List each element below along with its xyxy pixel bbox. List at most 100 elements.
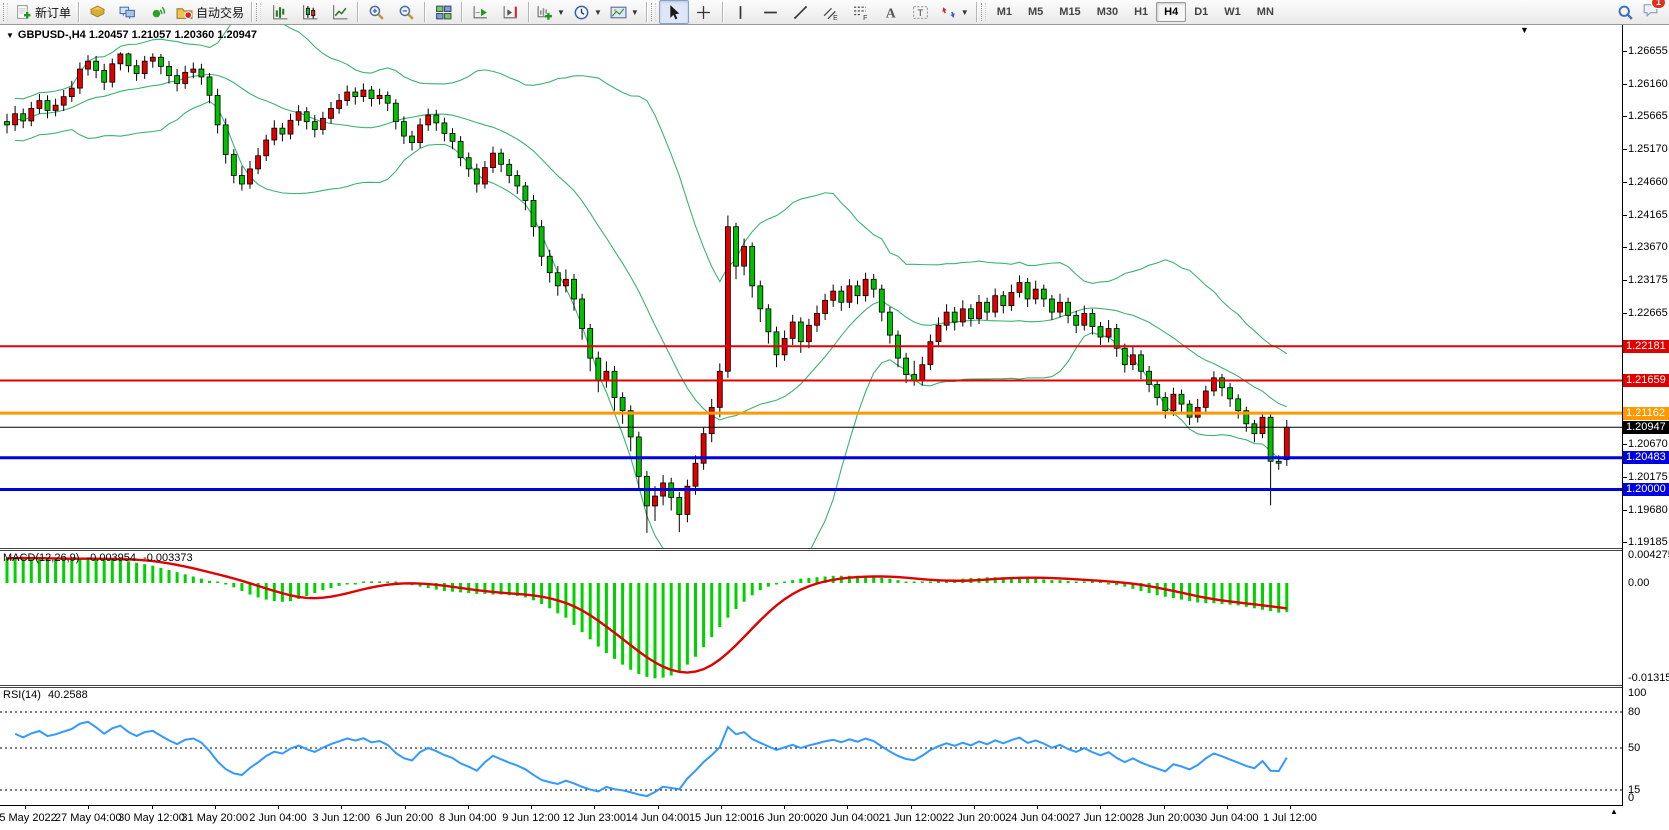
candle [118, 52, 123, 70]
toolbar-separator [461, 2, 462, 22]
candle [1252, 420, 1257, 442]
toolbar-grip[interactable] [256, 3, 261, 21]
candle [596, 352, 601, 393]
toolbar: 新订单 自动交易 ▼▼▼ EFAT▼ M1M5M15M30H1H4D1W1MN … [0, 0, 1669, 25]
timeframe-m15[interactable]: M15 [1051, 2, 1088, 22]
candlestick-chart-icon [301, 4, 318, 21]
timeframe-d1[interactable]: D1 [1186, 2, 1216, 22]
terminals-button[interactable] [112, 0, 142, 24]
time-axis-label: 21 Jun 12:00 [879, 812, 943, 824]
chart-shift-marker[interactable]: ▼ [1520, 25, 1529, 35]
candle [1001, 291, 1006, 313]
period-clock-button[interactable]: ▼ [569, 0, 606, 24]
time-axis-end-arrow: ▲ [1610, 807, 1618, 816]
candle [199, 64, 204, 85]
bollinger-middle-band [15, 74, 1287, 419]
main-chart-plot[interactable] [0, 25, 1622, 548]
horizontal-line-icon [762, 4, 779, 21]
candle [547, 250, 552, 283]
text-button[interactable]: A [876, 0, 906, 24]
candle [620, 392, 625, 424]
notifications-button[interactable]: 1 [1642, 1, 1659, 23]
svg-text:A: A [886, 5, 896, 20]
time-axis-label: 27 May 04:00 [55, 812, 122, 824]
templates-button[interactable]: ▼ [606, 0, 643, 24]
candle [1041, 285, 1046, 307]
search-icon[interactable] [1617, 4, 1634, 21]
time-axis-label: 6 Jun 20:00 [376, 812, 434, 824]
timeframe-m1[interactable]: M1 [989, 2, 1020, 22]
new-chart-button[interactable]: ▼ [532, 0, 569, 24]
rsi-indicator-plot[interactable] [0, 688, 1622, 805]
cursor-button[interactable] [659, 0, 689, 24]
candle [361, 83, 366, 101]
candle [531, 195, 536, 236]
text-label-icon: T [912, 4, 929, 21]
alerts-button[interactable] [142, 0, 172, 24]
svg-text:T: T [918, 8, 924, 19]
candle [612, 366, 617, 411]
tile-windows-button[interactable] [428, 0, 458, 24]
text-label-button[interactable]: T [906, 0, 936, 24]
timeframe-m5[interactable]: M5 [1020, 2, 1051, 22]
timeframe-mn[interactable]: MN [1249, 2, 1282, 22]
macd-label: MACD(12,26,9) -0.003954 -0.003373 [3, 552, 197, 564]
time-axis-label: 20 Jun 04:00 [815, 812, 879, 824]
crosshair-button[interactable] [689, 0, 719, 24]
horizontal-line-button[interactable] [756, 0, 786, 24]
auto-scroll-button[interactable] [465, 0, 495, 24]
candle [272, 120, 277, 145]
macd-indicator-plot[interactable] [0, 551, 1622, 685]
candle [183, 66, 188, 89]
timeframe-group: M1M5M15M30H1H4D1W1MN [989, 2, 1282, 22]
time-axis-tick [215, 806, 216, 809]
price-line-badge: 1.20947 [1623, 421, 1669, 434]
time-axis[interactable]: 25 May 202227 May 04:0030 May 12:0031 Ma… [0, 805, 1622, 830]
zoom-in-button[interactable] [361, 0, 391, 24]
price-line-badge: 1.20483 [1623, 451, 1669, 464]
timeframe-m30[interactable]: M30 [1089, 2, 1126, 22]
alerts-icon [149, 4, 166, 21]
symbol-ohlc-label[interactable]: ▼GBPUSD-,H4 1.20457 1.21057 1.20360 1.20… [6, 29, 257, 41]
time-axis-tick [468, 806, 469, 809]
line-chart-button[interactable] [324, 0, 354, 24]
candle [725, 216, 730, 378]
chart-shift-button[interactable] [495, 0, 525, 24]
toolbar-grip[interactable] [651, 3, 656, 21]
svg-text:F: F [863, 14, 867, 20]
bar-chart-button[interactable] [264, 0, 294, 24]
cursor-icon [665, 4, 682, 21]
candle [207, 73, 212, 103]
time-axis-tick [784, 806, 785, 809]
zoom-out-icon [398, 4, 415, 21]
autotrade-button[interactable]: 自动交易 [172, 0, 248, 24]
chart-buttons-group: ▼▼▼ [264, 0, 643, 24]
candlestick-chart-button[interactable] [294, 0, 324, 24]
candle [750, 242, 755, 297]
zoom-out-button[interactable] [391, 0, 421, 24]
candle [142, 56, 147, 79]
timeframe-h1[interactable]: H1 [1126, 2, 1156, 22]
vertical-line-button[interactable] [726, 0, 756, 24]
svg-text:E: E [833, 14, 838, 20]
candle [515, 170, 520, 194]
timeframe-w1[interactable]: W1 [1216, 2, 1249, 22]
candle [167, 61, 172, 83]
price-axis[interactable]: 1.266551.261601.256651.251701.246601.241… [1622, 25, 1669, 806]
new-order-button[interactable]: 新订单 [11, 0, 75, 24]
candle [806, 319, 811, 349]
timeframe-h4[interactable]: H4 [1156, 2, 1186, 22]
candle [1009, 285, 1014, 311]
trendline-button[interactable] [786, 0, 816, 24]
arrows-button[interactable]: ▼ [936, 0, 973, 24]
profiles-button[interactable] [82, 0, 112, 24]
toolbar-grip[interactable] [3, 3, 8, 21]
candle [1058, 294, 1063, 318]
autotrade-label: 自动交易 [196, 4, 244, 21]
candle [69, 81, 74, 102]
equidistant-channel-button[interactable]: E [816, 0, 846, 24]
toolbar-grip[interactable] [981, 3, 986, 21]
candle [758, 281, 763, 322]
candle [126, 53, 131, 73]
fibonacci-button[interactable]: F [846, 0, 876, 24]
